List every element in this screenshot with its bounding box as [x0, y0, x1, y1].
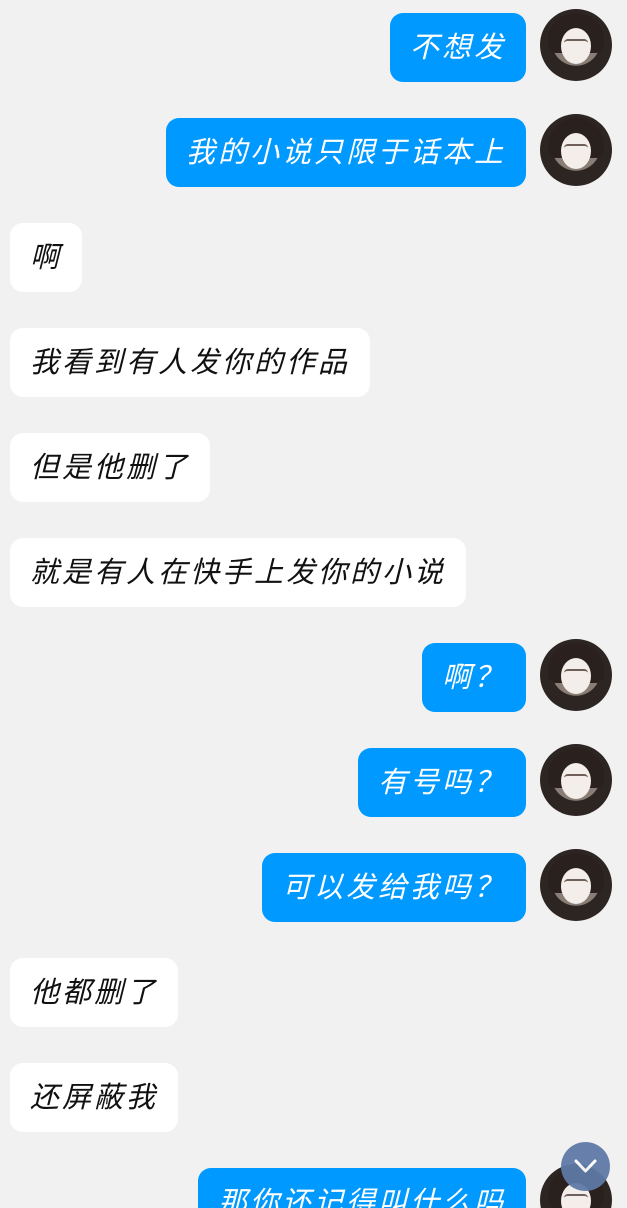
message-row: 我的小说只限于话本上: [0, 114, 627, 187]
message-row: 他都删了: [0, 954, 627, 1027]
chat-message-list[interactable]: 不想发 我的小说只限于话本上 啊 我看到有人发你的作品 但是他删了 就是有人在快…: [0, 0, 627, 1208]
avatar[interactable]: [540, 114, 612, 186]
received-message-bubble[interactable]: 啊: [10, 223, 83, 292]
message-row: 那你还记得叫什么吗: [0, 1164, 627, 1208]
received-message-bubble[interactable]: 还屏蔽我: [10, 1063, 179, 1132]
received-message-bubble[interactable]: 他都删了: [10, 958, 179, 1027]
received-message-bubble[interactable]: 我看到有人发你的作品: [10, 328, 371, 397]
sent-message-bubble[interactable]: 啊？: [421, 643, 526, 712]
avatar[interactable]: [540, 9, 612, 81]
message-row: 我看到有人发你的作品: [0, 324, 627, 397]
message-row: 就是有人在快手上发你的小说: [0, 534, 627, 607]
sent-message-bubble[interactable]: 那你还记得叫什么吗: [197, 1168, 526, 1208]
message-row: 但是他删了: [0, 429, 627, 502]
received-message-bubble[interactable]: 就是有人在快手上发你的小说: [10, 538, 467, 607]
sent-message-bubble[interactable]: 我的小说只限于话本上: [165, 118, 526, 187]
message-row: 有号吗？: [0, 744, 627, 817]
message-row: 可以发给我吗？: [0, 849, 627, 922]
sent-message-bubble[interactable]: 可以发给我吗？: [261, 853, 526, 922]
chevron-down-icon: [574, 1159, 597, 1173]
scroll-to-bottom-button[interactable]: [561, 1142, 610, 1191]
sent-message-bubble[interactable]: 不想发: [389, 13, 526, 82]
sent-message-bubble[interactable]: 有号吗？: [357, 748, 526, 817]
message-row: 不想发: [0, 9, 627, 82]
avatar[interactable]: [540, 744, 612, 816]
avatar[interactable]: [540, 849, 612, 921]
received-message-bubble[interactable]: 但是他删了: [10, 433, 211, 502]
message-row: 还屏蔽我: [0, 1059, 627, 1132]
message-row: 啊？: [0, 639, 627, 712]
message-row: 啊: [0, 219, 627, 292]
avatar[interactable]: [540, 639, 612, 711]
